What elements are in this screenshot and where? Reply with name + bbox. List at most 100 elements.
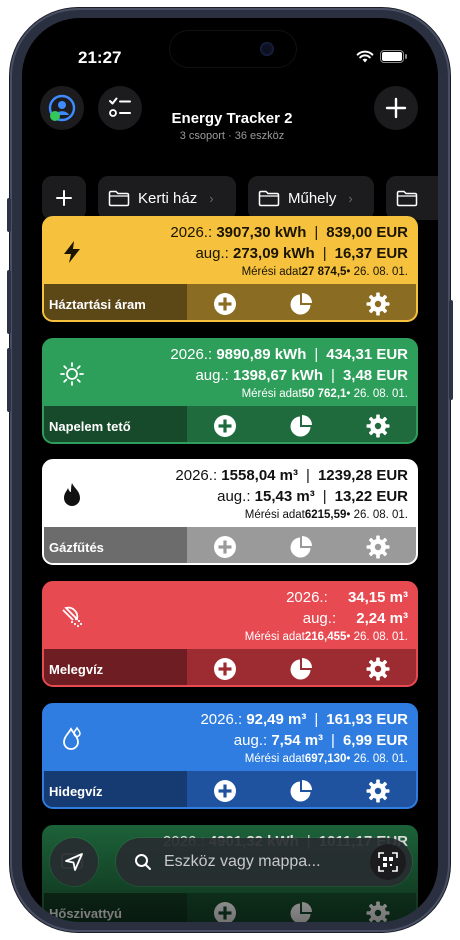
year-cost: 34,15 m³ (347, 589, 408, 606)
card-summary: 2026.: 34,15 m³ aug.: 2,24 m³ Mérési ada… (44, 583, 416, 647)
folder-icon (108, 190, 130, 206)
statistics-button[interactable] (263, 771, 339, 807)
year-value: 92,49 m³ (246, 711, 307, 728)
device-settings-button[interactable] (340, 527, 416, 563)
mute-switch (7, 198, 11, 232)
separator: | (314, 346, 319, 363)
device-name: Napelem tető (44, 406, 187, 442)
add-reading-button[interactable] (187, 284, 263, 320)
folder-muhely[interactable]: Műhely › (248, 176, 374, 220)
device-name: Hidegvíz (44, 771, 187, 807)
month-value: 15,43 m³ (254, 488, 315, 505)
reading-value: 50 762,1 (301, 388, 347, 400)
app-subtitle: 3 csoport · 36 eszköz (179, 130, 285, 142)
reading-label: Mérési adat (244, 631, 305, 643)
pie-chart-icon (290, 780, 313, 802)
month-value: 273,09 kWh (233, 245, 315, 262)
month-cost: 16,37 EUR (334, 245, 408, 262)
reading-line: Mérési adat 27 874,5 • 26. 08. 01. (242, 266, 408, 278)
device-card[interactable]: 2026.: 92,49 m³ | 161,93 EUR aug.: 7,54 … (42, 703, 418, 809)
separator: | (314, 711, 319, 728)
app-title: Energy Tracker 2 (171, 110, 293, 127)
add-reading-button[interactable] (187, 527, 263, 563)
month-label: aug.: (195, 245, 229, 262)
card-summary: 2026.: 92,49 m³ | 161,93 EUR aug.: 7,54 … (44, 705, 416, 769)
pie-chart-icon (290, 415, 313, 437)
card-actions: Gázfűtés (44, 527, 416, 563)
year-cost: 839,00 EUR (326, 224, 408, 241)
month-value: 7,54 m³ (271, 732, 324, 749)
reading-line: Mérési adat 216,455 • 26. 08. 01. (245, 631, 408, 643)
qr-scan-icon (378, 852, 398, 872)
statistics-button[interactable] (263, 649, 339, 685)
device-settings-button[interactable] (340, 284, 416, 320)
qr-scan-button[interactable] (370, 844, 406, 880)
reading-line: Mérési adat 50 762,1 • 26. 08. 01. (242, 388, 408, 400)
device-card[interactable]: 2026.: 34,15 m³ aug.: 2,24 m³ Mérési ada… (42, 581, 418, 687)
add-reading-button[interactable] (187, 771, 263, 807)
search-input[interactable] (162, 852, 356, 872)
statistics-button[interactable] (263, 527, 339, 563)
device-settings-button[interactable] (340, 406, 416, 442)
statistics-button[interactable] (263, 406, 339, 442)
device-card[interactable]: 2026.: 1558,04 m³ | 1239,28 EUR aug.: 15… (42, 459, 418, 565)
add-reading-icon (214, 415, 237, 437)
status-icons (356, 50, 408, 63)
add-reading-icon (214, 780, 237, 802)
device-settings-button[interactable] (340, 649, 416, 685)
month-label: aug.: (302, 610, 337, 627)
add-device-button[interactable] (374, 86, 418, 130)
reading-date: • 26. 08. 01. (346, 509, 408, 521)
add-reading-button[interactable] (187, 649, 263, 685)
year-line: 2026.: 1558,04 m³ | 1239,28 EUR (175, 467, 408, 484)
year-value: 1558,04 m³ (221, 467, 299, 484)
flame-icon (54, 477, 90, 513)
reading-line: Mérési adat 697,130 • 26. 08. 01. (245, 753, 408, 765)
folder-label: Műhely (288, 189, 337, 207)
app-title-block: Energy Tracker 2 3 csoport · 36 eszköz (152, 110, 312, 142)
add-reading-button[interactable] (187, 406, 263, 442)
account-sync-icon (48, 94, 76, 122)
action-row (187, 406, 416, 442)
action-row (187, 284, 416, 320)
month-label: aug.: (195, 367, 229, 384)
folder-icon (396, 190, 418, 206)
account-button[interactable] (40, 86, 84, 130)
status-time: 21:27 (78, 48, 122, 67)
folder-label: Kerti ház (138, 189, 198, 207)
statistics-button[interactable] (263, 284, 339, 320)
month-label: aug.: (233, 732, 268, 749)
device-card[interactable]: 2026.: 9890,89 kWh | 434,31 EUR aug.: 13… (42, 338, 418, 444)
pie-chart-icon (290, 536, 313, 558)
year-line: 2026.: 9890,89 kWh | 434,31 EUR (170, 346, 408, 363)
add-folder-button[interactable] (42, 176, 86, 220)
gear-icon (366, 657, 390, 681)
month-cost: 6,99 EUR (342, 732, 408, 749)
screen: 21:27 Energy Tracker 2 3 csoport · 36 es… (22, 18, 438, 922)
month-line: aug.: 1398,67 kWh | 3,48 EUR (195, 367, 408, 384)
chevron-right-icon: › (209, 190, 214, 206)
action-row (187, 649, 416, 685)
year-line: 2026.: 34,15 m³ (286, 589, 408, 606)
checklist-button[interactable] (98, 86, 142, 130)
month-cost: 13,22 EUR (334, 488, 408, 505)
month-line: aug.: 273,09 kWh | 16,37 EUR (195, 245, 408, 262)
folder-kerti-haz[interactable]: Kerti ház › (98, 176, 236, 220)
reading-label: Mérési adat (241, 266, 302, 278)
reading-date: • 26. 08. 01. (346, 266, 408, 278)
wifi-icon (356, 50, 374, 63)
reading-date: • 26. 08. 01. (346, 631, 408, 643)
gear-icon (366, 414, 390, 438)
add-reading-icon (214, 658, 237, 680)
year-line: 2026.: 92,49 m³ | 161,93 EUR (200, 711, 408, 728)
year-label: 2026.: (175, 467, 218, 484)
search-bar[interactable] (116, 838, 412, 886)
reading-date: • 26. 08. 01. (346, 753, 408, 765)
folder-more[interactable] (386, 176, 438, 220)
location-button[interactable] (50, 838, 98, 886)
device-settings-button[interactable] (340, 771, 416, 807)
droplet-icon (54, 721, 90, 757)
device-card[interactable]: 2026.: 3907,30 kWh | 839,00 EUR aug.: 27… (42, 216, 418, 322)
year-value: 3907,30 kWh (216, 224, 307, 241)
battery-icon (380, 50, 407, 63)
